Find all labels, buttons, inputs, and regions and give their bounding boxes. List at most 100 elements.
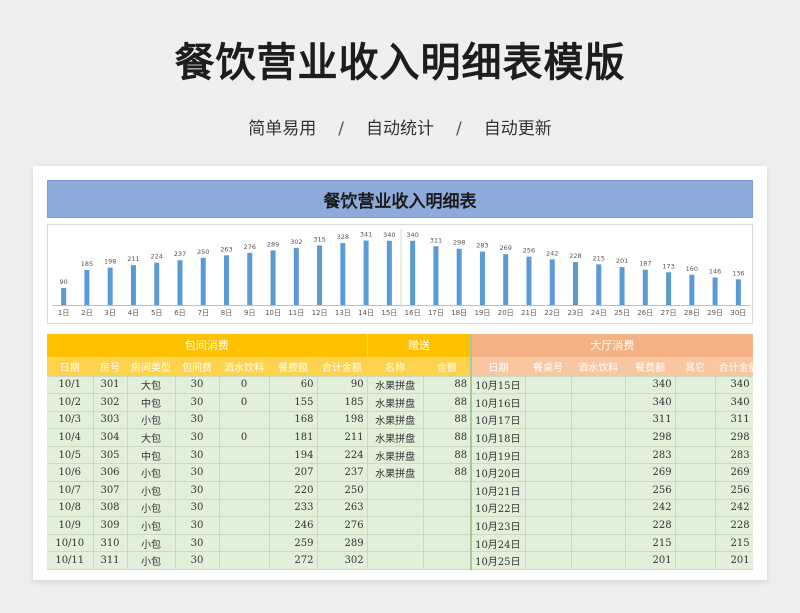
x-tick-label: 2日: [81, 309, 92, 317]
col-room-type-cell: 小包: [127, 411, 176, 430]
col-room-type-cell: 大包: [127, 428, 176, 447]
hero-tags: 简单易用 / 自动统计 / 自动更新: [0, 114, 800, 139]
col-hall-date-cell: 10月18日: [471, 428, 526, 447]
col-table-no-cell: [525, 516, 572, 535]
bar-1: [61, 288, 67, 305]
bar-20: [503, 254, 509, 305]
col-table-no-cell: [525, 376, 572, 395]
x-tick-label: 24日: [591, 309, 607, 317]
x-tick-label: 21日: [521, 309, 537, 317]
col-hall-date-cell: 10月21日: [471, 481, 526, 500]
col-gift-name-cell: [367, 499, 424, 518]
col-table-no-cell: [525, 499, 572, 518]
bar-30: [735, 279, 741, 305]
table-row: 10/3 303 小包 30 168 198 水果拼盘 88 10月17日 311 311: [47, 411, 753, 430]
col-room-type-cell: 中包: [127, 393, 176, 412]
col-meal-cell: 233: [269, 499, 318, 518]
x-tick-label: 11日: [288, 309, 304, 317]
col-gift-amount-cell: 88: [423, 428, 473, 447]
col-hall-drinks-cell: [571, 534, 626, 553]
col-date-cell: 10/6: [47, 463, 94, 483]
bar-value-label: 341: [360, 231, 372, 239]
col-gift-amount-cell: 88: [423, 411, 473, 430]
col-gift-amount-cell: [423, 551, 473, 571]
col-hall-meal-cell: 340: [625, 393, 676, 412]
col-meal-cell: 272: [269, 551, 318, 571]
x-tick-label: 29日: [707, 309, 723, 317]
x-tick-label: 15日: [381, 309, 397, 317]
bar-24: [596, 264, 602, 305]
col-room-fee-cell: 30: [175, 428, 220, 447]
bar-value-label: 237: [174, 250, 186, 258]
col-meal-cell: 168: [269, 411, 318, 430]
bar-value-label: 328: [337, 233, 349, 241]
col-table-no-cell: [525, 463, 572, 483]
col-meal-cell: 60: [269, 376, 318, 395]
bar-value-label: 276: [244, 243, 256, 251]
col-room-fee-cell: 30: [175, 516, 220, 535]
table-row: 10/9 309 小包 30 246 276 10月23日 228 228: [47, 516, 753, 535]
x-tick-label: 9日: [244, 309, 255, 317]
col-hall-drinks-header: 酒水饮料: [571, 357, 626, 377]
col-room-fee-cell: 30: [175, 534, 220, 553]
col-gift-amount-cell: [423, 534, 473, 553]
col-meal-cell: 207: [269, 463, 318, 483]
bar-11: [293, 247, 299, 305]
col-drinks-cell: 0: [219, 393, 270, 412]
bar-value-label: 146: [709, 267, 721, 275]
x-tick-label: 7日: [197, 309, 208, 317]
col-room-no-cell: 304: [93, 428, 128, 447]
bar-28: [689, 274, 695, 305]
col-date-cell: 10/11: [47, 551, 94, 571]
col-gift-amount-cell: 88: [423, 463, 473, 483]
col-hall-date-cell: 10月24日: [471, 534, 526, 553]
col-gift-name-cell: [367, 534, 424, 553]
col-hall-date-header: 日期: [471, 357, 526, 377]
col-room-no-header: 房号: [93, 357, 128, 377]
col-gift-name-cell: 水果拼盘: [367, 428, 424, 447]
col-date-cell: 10/5: [47, 446, 94, 465]
hero-title: 餐饮营业收入明细表模版: [174, 40, 626, 86]
x-tick-label: 10日: [265, 309, 281, 317]
col-hall-meal-cell: 242: [625, 499, 676, 518]
col-room-fee-cell: 30: [175, 499, 220, 518]
col-meal-cell: 259: [269, 534, 318, 553]
col-room-type-cell: 小包: [127, 481, 176, 500]
col-date-cell: 10/7: [47, 481, 94, 500]
table-row: 10/7 307 小包 30 220 250 10月21日 256 256: [47, 481, 753, 500]
table-row: 10/2 302 中包 30 0 155 185 水果拼盘 88 10月16日 340 340: [47, 393, 753, 412]
col-room-no-cell: 307: [93, 481, 128, 500]
col-table-no-cell: [525, 411, 572, 430]
col-hall-date-cell: 10月20日: [471, 463, 526, 483]
col-hall-drinks-cell: [571, 481, 626, 500]
col-hall-date-cell: 10月16日: [471, 393, 526, 412]
col-hall-total-cell: 340: [715, 376, 753, 395]
col-table-no-cell: [525, 428, 572, 447]
col-hall-drinks-cell: [571, 551, 626, 571]
col-other-header: 其它: [675, 357, 716, 377]
col-hall-drinks-cell: [571, 446, 626, 465]
bar-value-label: 298: [453, 239, 465, 247]
bar-23: [573, 261, 578, 305]
col-room-type-cell: 中包: [127, 446, 176, 465]
bar-6: [177, 260, 183, 305]
col-gift-name-cell: [367, 516, 424, 535]
col-drinks-cell: [219, 551, 270, 571]
daily-revenue-chart: 90 1日 185 2日 198 3日 211 4日 224 5日 237 6日 250 7日 263 8日 2…: [47, 224, 753, 324]
col-room-no-cell: 302: [93, 393, 128, 412]
x-tick-label: 20日: [498, 309, 514, 317]
bar-value-label: 185: [81, 260, 93, 268]
col-hall-meal-cell: 228: [625, 516, 676, 535]
table-body: 10/1 301 大包 30 0 60 90 水果拼盘 88 10月15日 340 340 10/2 30…: [47, 376, 753, 571]
col-total-cell: 211: [317, 428, 368, 447]
col-gift-amount-cell: [423, 499, 473, 518]
x-tick-label: 6日: [174, 309, 185, 317]
x-tick-label: 17日: [428, 309, 444, 317]
col-drinks-cell: [219, 534, 270, 553]
x-tick-label: 5日: [151, 309, 162, 317]
col-drinks-cell: [219, 411, 270, 430]
col-date-cell: 10/8: [47, 499, 94, 518]
col-hall-meal-cell: 298: [625, 428, 676, 447]
col-room-fee-cell: 30: [175, 411, 220, 430]
col-room-type-cell: 小包: [127, 463, 176, 483]
